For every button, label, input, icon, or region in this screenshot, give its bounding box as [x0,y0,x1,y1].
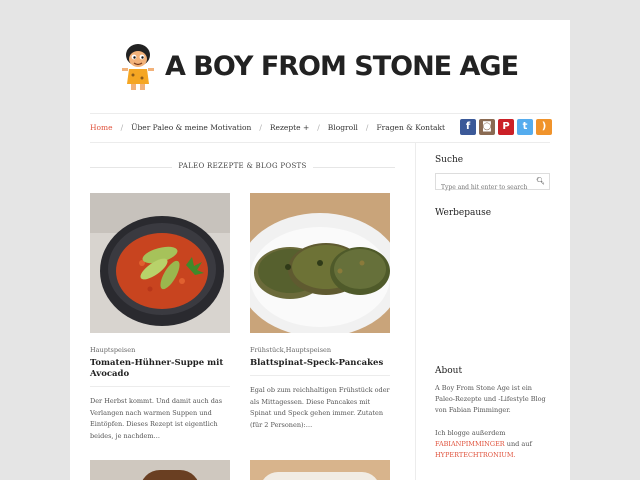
about-widget-title: About [435,366,463,376]
caveman-mascot-icon [122,44,154,90]
main-nav: Home / Über Paleo & meine Motivation / Rezep… [90,123,445,132]
nav-separator: / [317,123,320,132]
post-divider [250,375,390,376]
about-text: A Boy From Stone Age ist ein Paleo-Rezep… [435,384,546,414]
nav-item-blogroll[interactable]: Blogroll [328,123,358,132]
post-divider [90,386,230,387]
post-category[interactable]: Frühstück,Hauptspeisen [250,346,390,354]
section-heading: PALEO REZEPTE & BLOG POSTS [90,160,395,174]
hypertechtronium-link[interactable]: HYPERTECHTRONIUM. [435,451,516,459]
sidebar-divider [415,142,416,480]
search-box: 🔍︎ [435,173,550,195]
page-container: A BOY FROM STONE AGE Home / Über Paleo & m… [70,20,570,480]
pinterest-icon[interactable]: P [498,119,514,135]
rss-icon[interactable]: ) [536,119,552,135]
post-thumbnail-soup[interactable] [90,193,230,333]
blog-mid-text: und auf [506,440,532,448]
search-icon[interactable]: 🔍︎ [536,177,545,185]
post-thumbnail-next[interactable] [250,460,390,480]
post-excerpt: Egal ob zum reichhaltigen Frühstück oder… [250,386,390,429]
pancakes-image [250,193,390,333]
nav-separator: / [259,123,262,132]
nav-item-contact[interactable]: Fragen & Kontakt [376,123,445,132]
nav-item-recipes[interactable]: Rezepte + [270,123,309,132]
instagram-icon[interactable]: ◙ [479,119,495,135]
post-card: Frühstück,Hauptspeisen Blattspinat-Speck… [250,193,390,431]
post-category[interactable]: Hauptspeisen [90,346,230,354]
post-excerpt: Der Herbst kommt. Und damit auch das Ver… [90,397,223,440]
nav-item-home[interactable]: Home [90,123,113,132]
twitter-icon[interactable]: t [517,119,533,135]
nav-separator: / [365,123,369,132]
search-widget-title: Suche [435,155,464,165]
fabianpimminger-link[interactable]: FABIANPIMMINGER [435,440,505,448]
blog-prefix-text: Ich blogge außerdem [435,429,506,437]
nav-divider [90,142,550,143]
ads-widget-title: Werbepause [435,208,492,218]
search-input[interactable] [436,180,534,195]
about-blog-links: Ich blogge außerdem FABIANPIMMINGER und … [435,428,550,461]
post-title[interactable]: Tomaten-Hühner-Suppe mit Avocado [90,358,230,380]
site-logo[interactable]: A BOY FROM STONE AGE [120,42,520,92]
post-thumbnail-next[interactable] [90,460,230,480]
post-thumbnail-pancakes[interactable] [250,193,390,333]
section-heading-text: PALEO REZEPTE & BLOG POSTS [172,162,313,170]
post-card: Hauptspeisen Tomaten-Hühner-Suppe mit Av… [90,193,230,442]
facebook-icon[interactable]: f [460,119,476,135]
soup-image [90,193,230,333]
site-title: A BOY FROM STONE AGE [165,51,519,82]
post-title[interactable]: Blattspinat-Speck-Pancakes [250,358,390,369]
nav-separator: / [120,123,124,132]
header-divider [90,113,550,114]
nav-item-about-paleo[interactable]: Über Paleo & meine Motivation [131,123,251,132]
